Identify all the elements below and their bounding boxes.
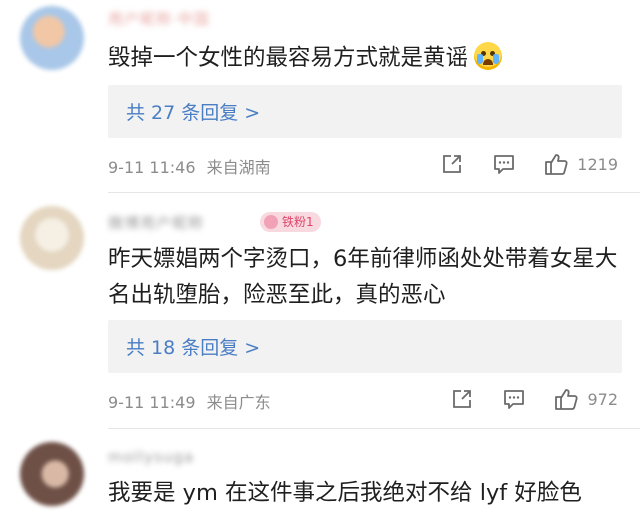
comment-meta: 9-11 11:46 来自湖南 [108,154,277,178]
comment-text: 毁掉一个女性的最容易方式就是黄谣 [108,40,623,76]
comment-icon[interactable] [491,151,517,177]
username[interactable]: 用户昵称·中国 [108,8,210,29]
crying-emoji-icon [474,41,503,70]
like-count: 972 [587,389,618,409]
comment-text-body: 毁掉一个女性的最容易方式就是黄谣 [108,45,469,71]
comment-divider [108,428,640,429]
reply-count-label: 共 18 条回复 > [126,337,261,359]
comment-meta: 9-11 11:49 来自广东 [108,389,277,413]
comment-location: 来自广东 [206,393,271,412]
comment-location: 来自湖南 [206,158,271,177]
fan-badge-icon [264,215,278,229]
comment-divider [108,192,640,193]
reply-thread-button[interactable]: 共 18 条回复 > [108,320,622,373]
share-icon[interactable] [439,151,465,177]
avatar[interactable] [20,206,84,270]
thumbs-up-icon[interactable] [553,386,579,412]
comment-actions: 972 [449,386,618,412]
like-count: 1219 [577,154,618,174]
username[interactable]: 微博用户昵称 [108,212,204,233]
comment-text: 昨天嫖娼两个字烫口，6年前律师函处处带着女星大名出轨堕胎，险恶至此，真的恶心 [108,246,618,308]
comment-icon[interactable] [501,386,527,412]
comment-text: 我要是 ym 在这件事之后我绝对不给 lyf 好脸色 [108,480,582,506]
comment-time: 9-11 11:49 [108,393,196,412]
thumbs-up-icon[interactable] [543,151,569,177]
fan-badge: 铁粉1 [260,212,321,232]
reply-thread-button[interactable]: 共 27 条回复 > [108,85,622,138]
comment-time: 9-11 11:46 [108,158,196,177]
username[interactable]: mollysuga [108,448,194,466]
comment-actions: 1219 [439,151,618,177]
share-icon[interactable] [449,386,475,412]
reply-count-label: 共 27 条回复 > [126,102,261,124]
avatar[interactable] [20,6,84,70]
avatar[interactable] [20,442,84,506]
fan-badge-label: 铁粉1 [282,215,314,229]
